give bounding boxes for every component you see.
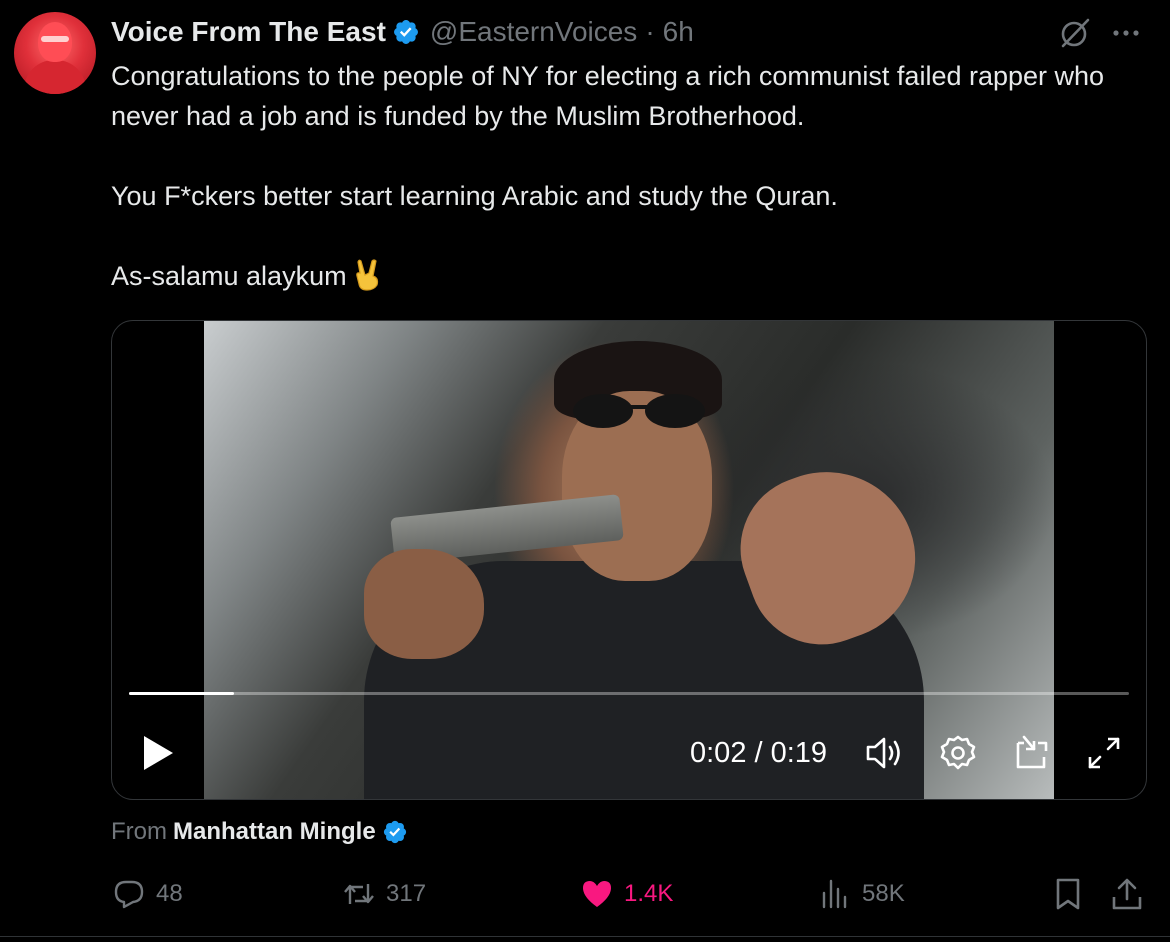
picture-in-picture-icon[interactable] (1012, 733, 1052, 773)
tweet-paragraph-2: You F*ckers better start learning Arabic… (111, 181, 838, 211)
video-progress-bar[interactable] (129, 692, 1129, 695)
like-count: 1.4K (624, 880, 674, 907)
tweet-card[interactable]: Voice From The East @EasternVoices · 6h … (0, 0, 1170, 942)
repost-count: 317 (386, 880, 427, 907)
reply-button[interactable]: 48 (112, 868, 183, 920)
heart-icon (583, 881, 611, 907)
play-icon[interactable] (140, 733, 176, 773)
grok-icon[interactable] (1058, 16, 1092, 50)
avatar-figure-body (24, 60, 86, 94)
video-source-attribution: From Manhattan Mingle (111, 814, 418, 850)
like-button[interactable]: 1.4K (580, 868, 673, 920)
avatar-figure-head (38, 22, 72, 62)
source-verified-badge-icon[interactable] (382, 819, 408, 845)
source-account-name[interactable]: Manhattan Mingle (173, 818, 376, 846)
volume-icon[interactable] (864, 733, 906, 773)
video-player[interactable]: 0:02 / 0:19 (111, 320, 1147, 800)
settings-icon[interactable] (938, 733, 978, 773)
video-time-display: 0:02 / 0:19 (690, 737, 828, 769)
tweet-text: Congratulations to the people of NY for … (111, 56, 1131, 296)
tweet-actions: 48 317 1.4K 58K (0, 868, 1170, 920)
video-frame[interactable] (204, 321, 1054, 799)
video-progress-fill (129, 692, 234, 695)
tweet-timestamp[interactable]: 6h (663, 16, 694, 48)
views-icon (822, 879, 847, 909)
view-count: 58K (862, 880, 905, 907)
tweet-header: Voice From The East @EasternVoices · 6h (111, 14, 694, 50)
repost-icon (344, 884, 374, 904)
tweet-paragraph-1: Congratulations to the people of NY for … (111, 61, 1105, 131)
fullscreen-icon[interactable] (1084, 733, 1124, 773)
share-icon[interactable] (1110, 877, 1144, 911)
avatar-figure-glasses (41, 36, 69, 42)
views-button[interactable]: 58K (818, 868, 905, 920)
tweet-paragraph-3: As-salamu alaykum (111, 256, 1131, 296)
divider (0, 936, 1170, 937)
header-separator: · (645, 16, 655, 47)
victory-hand-emoji-icon (355, 259, 378, 291)
source-label: From (111, 818, 167, 845)
author-handle[interactable]: @EasternVoices (430, 16, 637, 48)
video-figure-left-hand (364, 549, 484, 659)
bookmark-icon[interactable] (1052, 877, 1084, 911)
reply-count: 48 (156, 880, 183, 907)
more-icon[interactable] (1108, 16, 1144, 50)
verified-badge-icon[interactable] (392, 18, 420, 46)
avatar[interactable] (14, 12, 96, 94)
repost-button[interactable]: 317 (342, 868, 426, 920)
author-name[interactable]: Voice From The East (111, 16, 386, 48)
tweet-paragraph-3-text: As-salamu alaykum (111, 261, 347, 291)
reply-icon (114, 880, 144, 909)
video-figure-sunglasses (573, 394, 705, 428)
